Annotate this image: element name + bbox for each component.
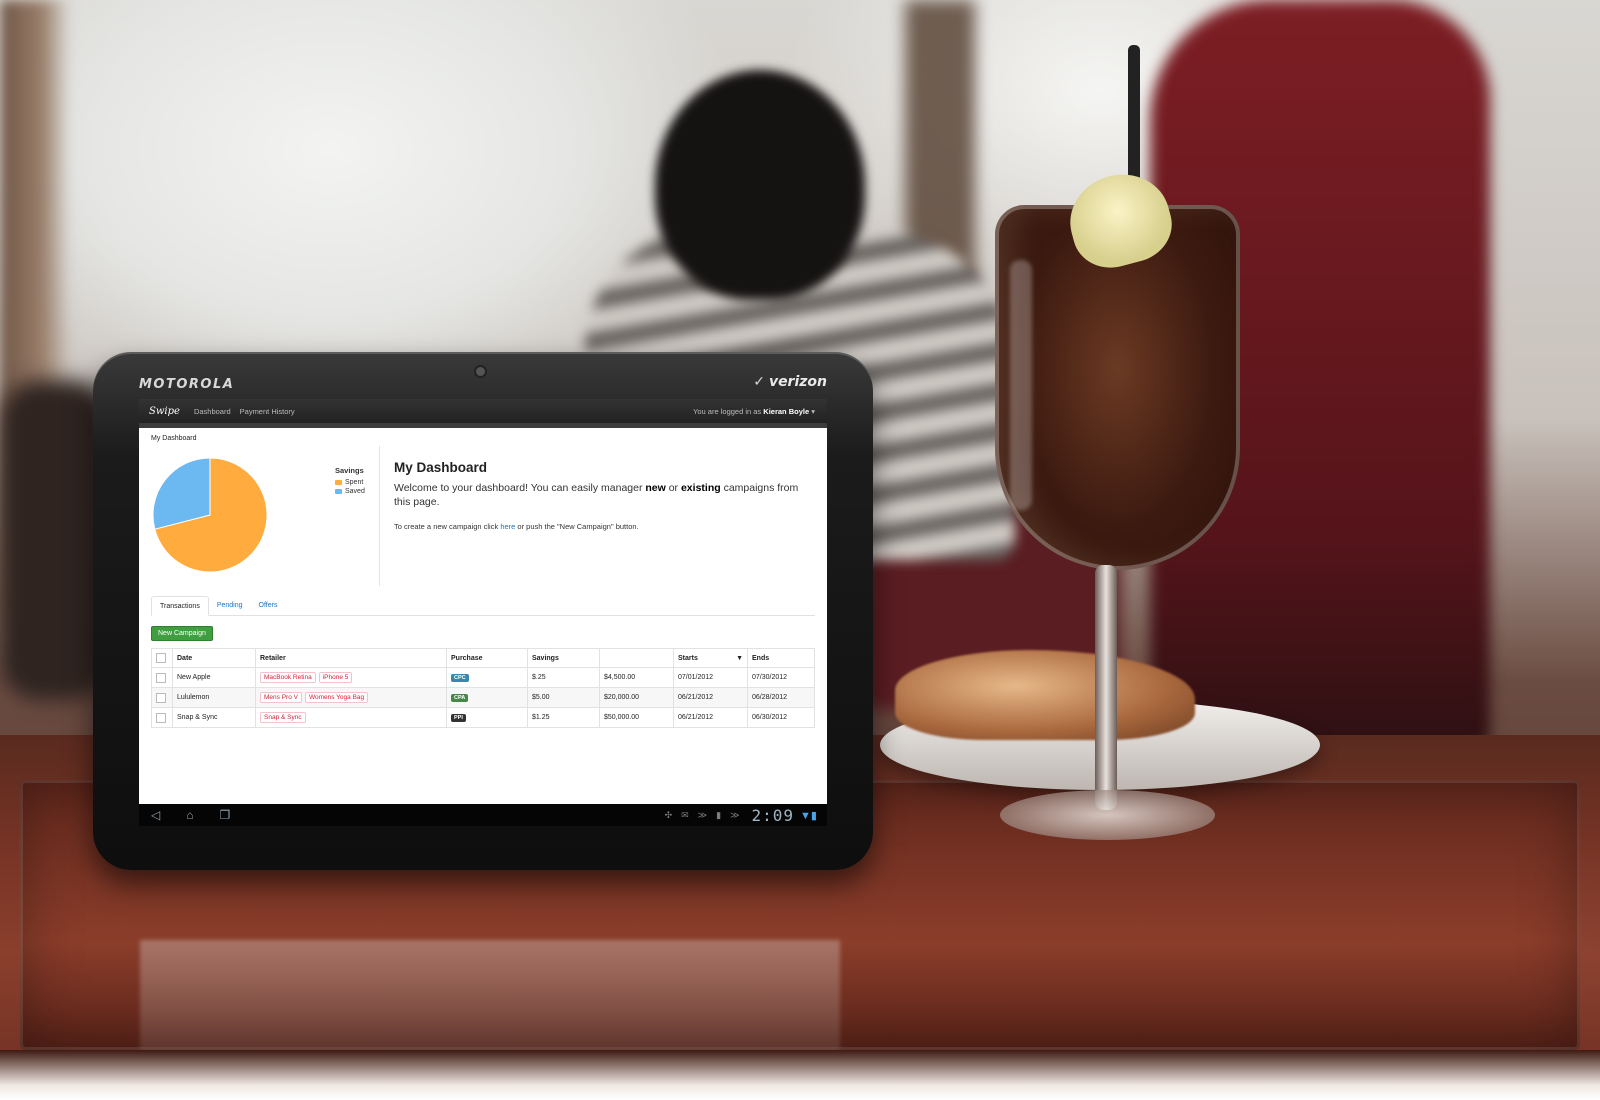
notification-icon-2: ≫: [730, 809, 740, 820]
recent-apps-icon[interactable]: ❐: [219, 808, 230, 822]
back-icon[interactable]: ◁: [151, 808, 160, 822]
cell-amount: $20,000.00: [599, 687, 674, 708]
cell-amount: $50,000.00: [599, 707, 674, 728]
cell-purchase: PPI: [446, 707, 528, 728]
row-select-cell: [151, 667, 173, 688]
android-system-bar: ◁ ⌂ ❐ ✣ ✉ ≫ ▮ ≫ 2:09 ▼▮: [139, 804, 827, 826]
legend-title: Savings: [335, 466, 364, 475]
col-savings[interactable]: Savings: [527, 648, 600, 668]
signal-icon: ▼▮: [800, 809, 817, 822]
pie-chart: [152, 457, 268, 573]
welcome-text: Welcome to your dashboard! You can easil…: [394, 482, 799, 508]
select-all-checkbox[interactable]: [156, 653, 166, 663]
cell-purchase: CPA: [446, 687, 528, 708]
cell-date: New Apple: [172, 667, 256, 688]
purchase-badge: PPI: [451, 713, 466, 722]
caret-down-icon: ▾: [811, 406, 815, 416]
login-prefix: You are logged in as: [693, 406, 762, 416]
user-name: Kieran Boyle: [763, 406, 810, 416]
notification-icon: ≫: [697, 809, 708, 820]
tab-bar: Transactions Pending Offers: [151, 596, 815, 616]
home-icon[interactable]: ⌂: [186, 808, 193, 822]
cell-savings: $.25: [527, 667, 600, 688]
cell-savings: $5.00: [527, 687, 600, 708]
cell-starts: 06/21/2012: [673, 687, 748, 708]
select-all-cell: [151, 648, 173, 668]
cell-ends: 06/28/2012: [747, 687, 815, 708]
cell-ends: 06/30/2012: [747, 707, 815, 728]
tablet-screen: Swipe Dashboard Payment History You are …: [139, 399, 827, 824]
sort-down-icon[interactable]: ▼: [736, 655, 743, 662]
create-text: To create a new campaign click here or p…: [394, 522, 639, 531]
device-brand: MOTOROLA: [139, 377, 235, 392]
savings-chart: Savings Spent Saved: [151, 446, 380, 586]
checkmark-icon: ✓: [753, 374, 765, 390]
col-retailer[interactable]: Retailer: [255, 648, 447, 668]
cell-amount: $4,500.00: [599, 667, 674, 688]
table-row[interactable]: Lululemon Mens Pro V Womens Yoga Bag CPA $5.…: [151, 687, 815, 708]
new-campaign-button[interactable]: New Campaign: [151, 626, 213, 641]
retailer-tag[interactable]: Womens Yoga Bag: [304, 692, 369, 703]
chart-legend: Savings Spent Saved: [335, 466, 365, 496]
nav-dashboard[interactable]: Dashboard: [194, 407, 231, 416]
tab-offers[interactable]: Offers: [251, 596, 286, 615]
legend-item-spent: Spent: [335, 478, 365, 487]
usb-icon: ✣: [664, 809, 673, 820]
table-row[interactable]: New Apple MacBook Retina iPhone 5 CPC $.25 $4…: [151, 667, 815, 688]
row-select-cell: [151, 707, 173, 728]
clock[interactable]: 2:09: [752, 806, 795, 825]
purchase-badge: CPA: [451, 693, 469, 702]
cell-purchase: CPC: [446, 667, 528, 688]
user-menu[interactable]: You are logged in as Kieran Boyle ▾: [693, 407, 815, 416]
transactions-table: Date Retailer Purchase Savings Starts ▼ E…: [151, 648, 815, 728]
intro-panel: My Dashboard Welcome to your dashboard! …: [380, 446, 814, 591]
page-title: My Dashboard: [394, 460, 488, 475]
retailer-tag[interactable]: Snap & Sync: [260, 712, 306, 723]
breadcrumb: My Dashboard: [151, 435, 197, 442]
col-amount: [599, 648, 674, 668]
tablet-device: MOTOROLA ✓ verizon Swipe Dashboard Paymen…: [93, 352, 873, 870]
cell-retailer: Mens Pro V Womens Yoga Bag: [255, 687, 447, 708]
cell-starts: 07/01/2012: [673, 667, 748, 688]
cell-retailer: Snap & Sync: [255, 707, 447, 728]
retailer-tag[interactable]: Mens Pro V: [260, 692, 302, 703]
row-checkbox[interactable]: [156, 672, 166, 683]
table-header-row: Date Retailer Purchase Savings Starts ▼ E…: [151, 648, 815, 668]
table-row[interactable]: Snap & Sync Snap & Sync PPI $1.25 $50,000.00…: [151, 707, 815, 728]
row-checkbox[interactable]: [156, 692, 166, 703]
app-logo[interactable]: Swipe: [149, 406, 180, 417]
tab-pending[interactable]: Pending: [209, 596, 251, 615]
sd-card-icon: ▮: [716, 809, 722, 820]
camera-icon: [476, 367, 485, 376]
cell-date: Lululemon: [172, 687, 256, 708]
carrier-logo: ✓ verizon: [753, 374, 827, 390]
legend-item-saved: Saved: [335, 487, 365, 496]
nav-payment-history[interactable]: Payment History: [240, 407, 295, 416]
tab-transactions[interactable]: Transactions: [151, 596, 209, 616]
legend-swatch: [335, 480, 342, 485]
retailer-tag[interactable]: MacBook Retina: [260, 672, 316, 683]
here-link[interactable]: here: [500, 522, 515, 531]
app-navbar: Swipe Dashboard Payment History You are …: [139, 399, 827, 423]
cell-retailer: MacBook Retina iPhone 5: [255, 667, 447, 688]
purchase-badge: CPC: [451, 673, 469, 682]
cell-savings: $1.25: [527, 707, 600, 728]
cell-date: Snap & Sync: [172, 707, 256, 728]
col-ends[interactable]: Ends: [747, 648, 815, 668]
row-select-cell: [151, 687, 173, 708]
col-date[interactable]: Date: [172, 648, 256, 668]
cell-starts: 06/21/2012: [673, 707, 748, 728]
cell-ends: 07/30/2012: [747, 667, 815, 688]
col-purchase[interactable]: Purchase: [446, 648, 528, 668]
col-starts[interactable]: Starts ▼: [673, 648, 748, 668]
legend-swatch: [335, 489, 342, 494]
row-checkbox[interactable]: [156, 712, 166, 723]
email-icon: ✉: [681, 809, 689, 820]
retailer-tag[interactable]: iPhone 5: [318, 672, 353, 683]
